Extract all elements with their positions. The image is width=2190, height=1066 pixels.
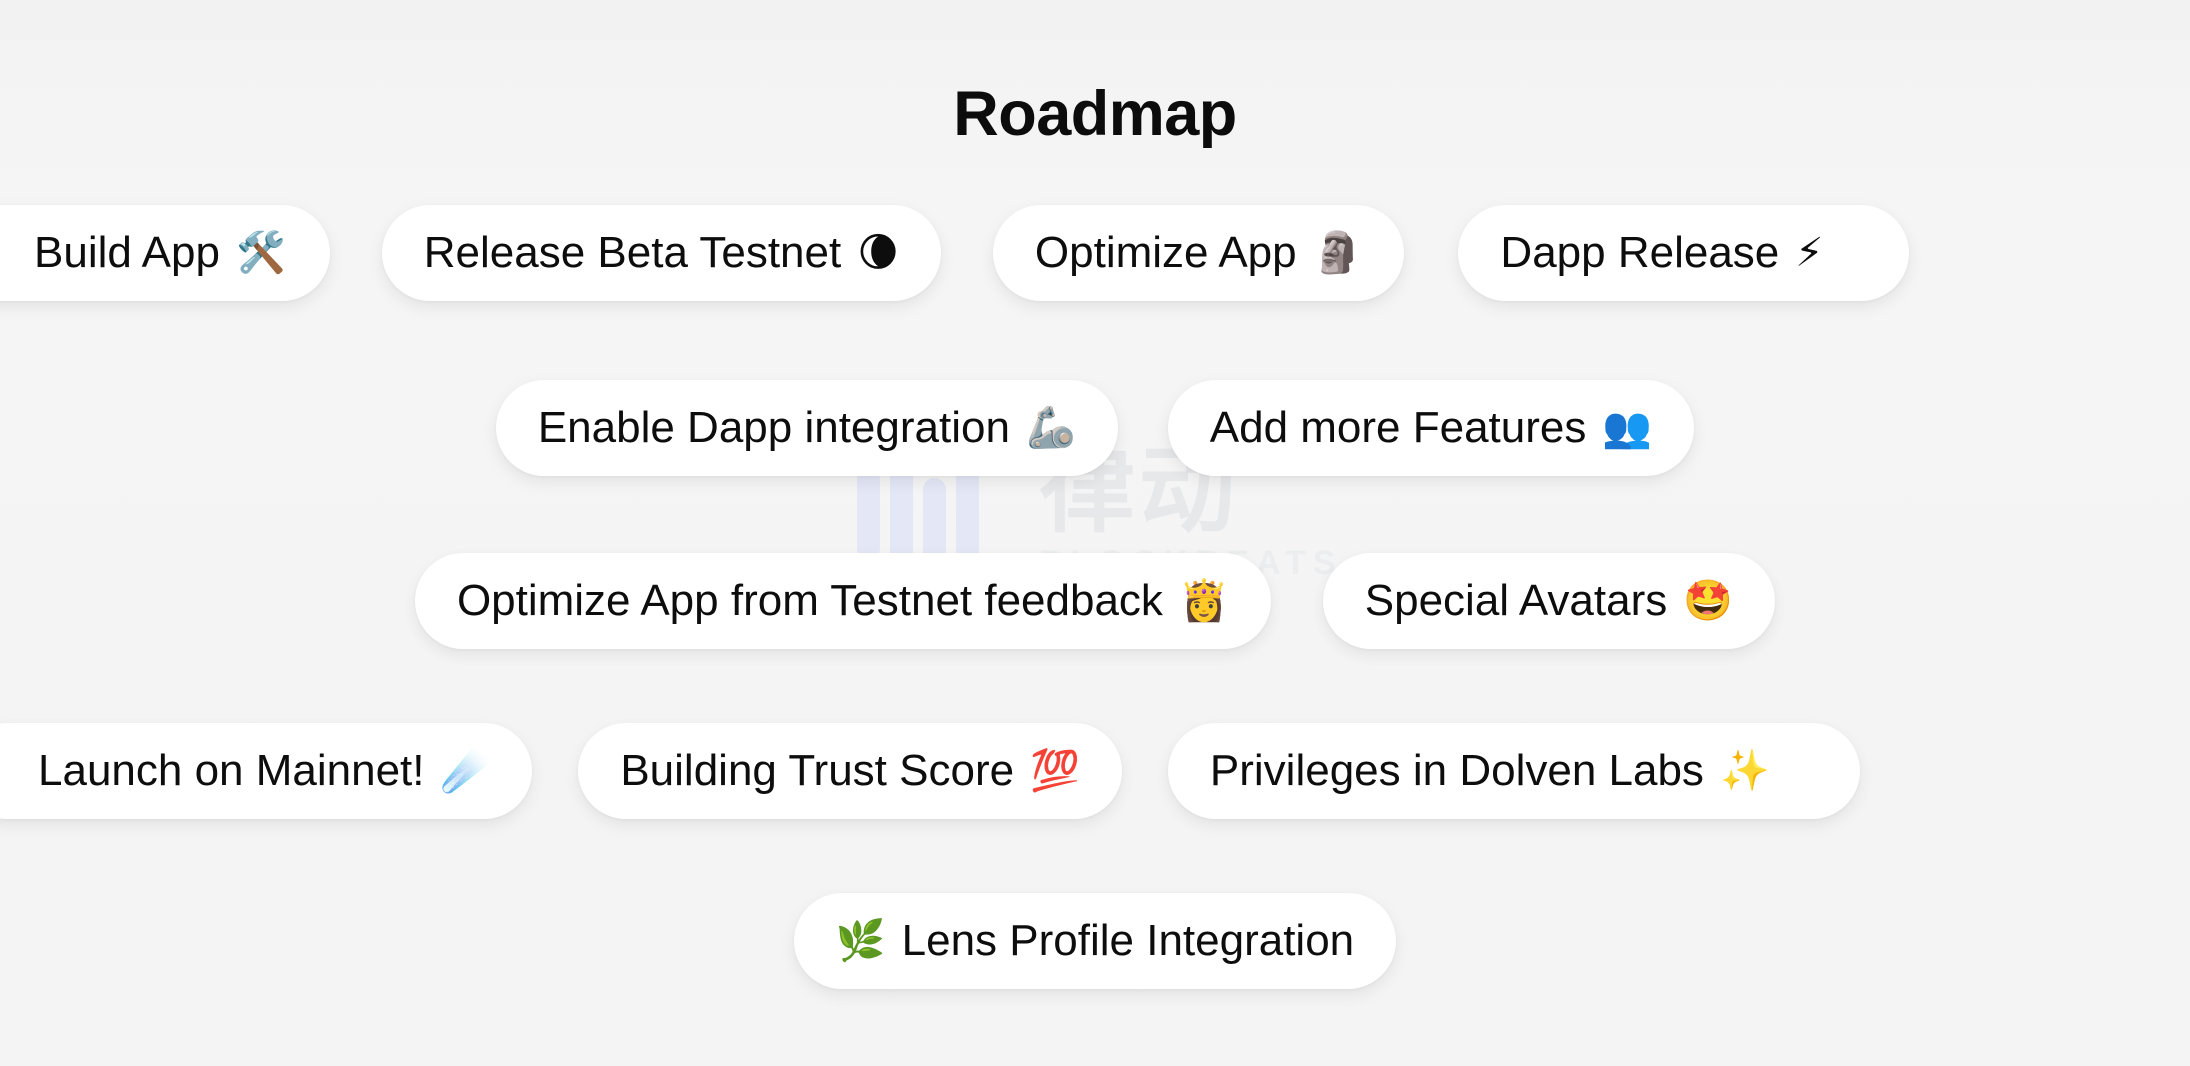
roadmap-pill-label: Optimize App <box>1034 228 1297 277</box>
roadmap-pill-label: Add more Features <box>1209 403 1587 452</box>
roadmap-pill[interactable]: Building Trust Score 💯 <box>578 723 1122 819</box>
roadmap-pill[interactable]: Optimize App from Testnet feedback 👸 <box>414 553 1271 649</box>
roadmap-row-4: Launch on Mainnet! ☄️ Building Trust Score… <box>0 723 2190 819</box>
roadmap-row-3: Optimize App from Testnet feedback 👸 Speci… <box>0 553 2190 649</box>
roadmap-pill[interactable]: 🌿 Lens Profile Integration <box>793 893 1397 989</box>
roadmap-row-2: Enable Dapp integration 🦾 Add more Feature… <box>0 380 2190 476</box>
roadmap-pill-label: Building Trust Score <box>620 746 1015 795</box>
roadmap-pill[interactable]: Build App 🛠️ <box>0 205 330 301</box>
waning-crescent-moon-icon: 🌘 <box>857 230 899 276</box>
roadmap-pill[interactable]: Enable Dapp integration 🦾 <box>495 380 1118 476</box>
star-struck-icon: 🤩 <box>1683 578 1734 624</box>
herb-icon: 🌿 <box>835 918 886 964</box>
roadmap-pill[interactable]: Optimize App 🗿 <box>992 205 1405 301</box>
roadmap-pill-label: Dapp Release <box>1500 228 1780 277</box>
roadmap-pill-label: Launch on Mainnet! <box>38 746 425 795</box>
roadmap-pill[interactable]: Release Beta Testnet 🌘 <box>381 205 941 301</box>
busts-in-silhouette-icon: 👥 <box>1602 405 1653 451</box>
moai-icon: 🗿 <box>1312 230 1363 276</box>
roadmap-pill[interactable]: Dapp Release ⚡ <box>1458 205 1910 301</box>
high-voltage-icon: ⚡ <box>1795 230 1824 276</box>
roadmap-pill-label: Optimize App from Testnet feedback <box>456 576 1163 625</box>
hammer-and-wrench-icon: 🛠️ <box>235 230 286 276</box>
roadmap-page: 律动 BLOCKBEATS Roadmap Build App🛠️Release… <box>0 0 2190 1066</box>
princess-icon: 👸 <box>1178 578 1229 624</box>
roadmap-pill-label: Build App <box>34 228 220 277</box>
roadmap-rows: Build App 🛠️ Release Beta Testnet 🌘 Optimize… <box>0 0 2190 1066</box>
roadmap-pill-label: Privileges in Dolven Labs <box>1209 746 1704 795</box>
roadmap-row-1: Build App 🛠️ Release Beta Testnet 🌘 Optimize… <box>0 205 2190 301</box>
roadmap-pill-label: Release Beta Testnet <box>423 228 842 277</box>
roadmap-pill-label: Lens Profile Integration <box>901 916 1355 965</box>
roadmap-pill-label: Enable Dapp integration <box>537 403 1010 452</box>
mechanical-arm-icon: 🦾 <box>1025 405 1076 451</box>
roadmap-pill[interactable]: Add more Features 👥 <box>1167 380 1695 476</box>
page-title: Roadmap <box>953 79 1237 149</box>
roadmap-pill[interactable]: Privileges in Dolven Labs ✨ <box>1167 723 1860 819</box>
roadmap-pill-label: Special Avatars <box>1364 576 1668 625</box>
comet-icon: ☄️ <box>440 748 491 794</box>
roadmap-pill[interactable]: Special Avatars 🤩 <box>1322 553 1776 649</box>
roadmap-row-5: 🌿 Lens Profile Integration <box>0 893 2190 989</box>
sparkles-icon: ✨ <box>1719 748 1770 794</box>
roadmap-pill[interactable]: Launch on Mainnet! ☄️ <box>0 723 533 819</box>
hundred-points-icon: 💯 <box>1030 748 1080 794</box>
